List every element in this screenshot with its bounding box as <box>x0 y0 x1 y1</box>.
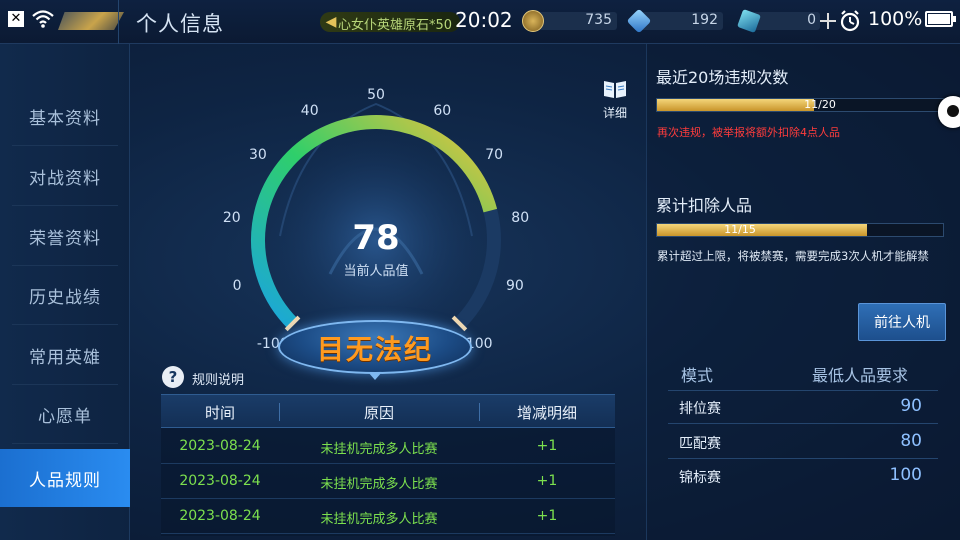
credit-score: 78 <box>352 218 400 258</box>
row-time: 2023-08-24 <box>179 473 261 489</box>
divider <box>668 423 938 424</box>
table-header: 时间 原因 增减明细 <box>161 394 615 428</box>
gauge-tick-label: 60 <box>433 103 451 119</box>
close-icon[interactable]: ✕ <box>8 11 24 27</box>
row-time: 2023-08-24 <box>179 438 261 454</box>
sidebar-item-common-heroes[interactable]: 常用英雄 <box>12 327 118 385</box>
min-credit-column-header: 最低人品要求 <box>812 366 909 385</box>
row-delta: +1 <box>536 473 558 489</box>
rules-title: 规则说明 <box>192 373 245 388</box>
deduction-note: 累计超过上限，将被禁赛，需要完成3次人机才能解禁 <box>657 249 929 263</box>
screen: ✕ 个人信息 ◀ 心女仆英雄原石*50 20:02 735 192 0 100%… <box>0 0 960 540</box>
help-icon: ? <box>162 366 184 388</box>
gauge-tick-label: 70 <box>485 147 503 163</box>
verdict-pointer <box>368 372 382 380</box>
row-delta: +1 <box>536 508 558 524</box>
divider <box>668 390 938 391</box>
wifi-icon <box>32 10 54 28</box>
mode-tournament-min: 100 <box>889 465 922 485</box>
deduction-title: 累计扣除人品 <box>656 196 753 215</box>
sidebar-item-wishlist[interactable]: 心愿单 <box>12 386 118 444</box>
battery-fill <box>928 14 950 24</box>
sidebar-item-credit-rules[interactable]: 人品规则 <box>0 449 130 507</box>
credit-log-table: 时间 原因 增减明细 2023-08-24 未挂机完成多人比赛 +1 2023-… <box>161 394 615 536</box>
credit-verdict-badge: 目无法纪 <box>278 314 472 380</box>
side-toggle-handle[interactable] <box>938 96 960 128</box>
battery-icon <box>925 11 956 27</box>
battery-percent: 100% <box>868 8 923 30</box>
column-reason: 原因 <box>363 404 394 422</box>
violations-title: 最近20场违规次数 <box>656 68 789 87</box>
sidebar: 基本资料 对战资料 荣誉资料 历史战绩 常用英雄 心愿单 人品规则 <box>0 44 130 540</box>
sidebar-item-honor-info[interactable]: 荣誉资料 <box>12 208 118 266</box>
book-icon <box>604 81 626 98</box>
mode-column-header: 模式 <box>681 366 714 385</box>
violations-progress-label: 11/20 <box>804 98 836 111</box>
violations-warning: 再次违规，被举报将额外扣除4点人品 <box>657 126 840 139</box>
gauge-tick-label: 80 <box>511 210 529 226</box>
game-logo[interactable] <box>58 12 124 30</box>
crystal-currency[interactable]: 0 <box>737 9 820 33</box>
mode-ranked-min: 90 <box>900 396 922 416</box>
row-reason: 未挂机完成多人比赛 <box>320 442 438 457</box>
gauge-tick-label: 30 <box>249 147 267 163</box>
sidebar-item-history[interactable]: 历史战绩 <box>12 267 118 325</box>
row-time: 2023-08-24 <box>179 508 261 524</box>
gauge-tick-label: 20 <box>223 210 241 226</box>
row-delta: +1 <box>536 438 558 454</box>
column-delta: 增减明细 <box>516 404 577 422</box>
announcement-marquee[interactable]: ◀ 心女仆英雄原石*50 <box>320 12 460 32</box>
credit-verdict: 目无法纪 <box>317 335 433 366</box>
clock: 20:02 <box>455 8 513 32</box>
mode-casual: 匹配赛 <box>679 436 721 452</box>
violations-progress-bar: 11/20 <box>656 98 944 112</box>
crystal-value: 0 <box>807 12 816 28</box>
details-label: 详细 <box>602 106 627 120</box>
table-row: 2023-08-24 未挂机完成多人比赛 +1 <box>161 499 615 534</box>
gauge-tick-label: 40 <box>301 103 319 119</box>
top-bar: ✕ 个人信息 ◀ 心女仆英雄原石*50 20:02 735 192 0 100% <box>0 0 960 44</box>
table-row: 2023-08-24 未挂机完成多人比赛 +1 <box>161 464 615 499</box>
diamond-value: 192 <box>691 12 718 28</box>
deduction-progress-bar: 11/15 <box>656 223 944 237</box>
credit-score-label: 当前人品值 <box>343 264 409 279</box>
gold-currency[interactable]: 735 <box>522 10 617 32</box>
gauge-tick-label: 50 <box>367 87 385 103</box>
page-title: 个人信息 <box>136 12 224 36</box>
table-row: 2023-08-24 未挂机完成多人比赛 +1 <box>161 429 615 464</box>
divider <box>668 458 938 459</box>
diamond-currency[interactable]: 192 <box>626 8 723 34</box>
divider <box>118 0 119 44</box>
column-time: 时间 <box>204 404 235 422</box>
alarm-icon <box>840 10 860 32</box>
mode-ranked: 排位赛 <box>679 401 721 417</box>
sidebar-item-battle-info[interactable]: 对战资料 <box>12 148 118 206</box>
marquee-text: 心女仆英雄原石*50 <box>338 18 453 32</box>
go-to-ai-match-button[interactable]: 前往人机 <box>858 303 946 341</box>
row-reason: 未挂机完成多人比赛 <box>320 512 438 527</box>
details-button[interactable]: 详细 <box>596 78 634 124</box>
row-reason: 未挂机完成多人比赛 <box>320 477 438 492</box>
add-icon <box>820 13 836 29</box>
mode-casual-min: 80 <box>900 431 922 451</box>
gauge-tick-label: 90 <box>506 278 524 294</box>
gold-value: 735 <box>585 12 612 28</box>
gauge-tick-label: 0 <box>233 278 242 294</box>
status-icons <box>820 10 860 32</box>
deduction-progress-label: 11/15 <box>724 223 756 236</box>
gold-coin-icon <box>522 10 544 32</box>
mode-tournament: 锦标赛 <box>679 470 721 486</box>
sidebar-item-basic-info[interactable]: 基本资料 <box>12 88 118 146</box>
